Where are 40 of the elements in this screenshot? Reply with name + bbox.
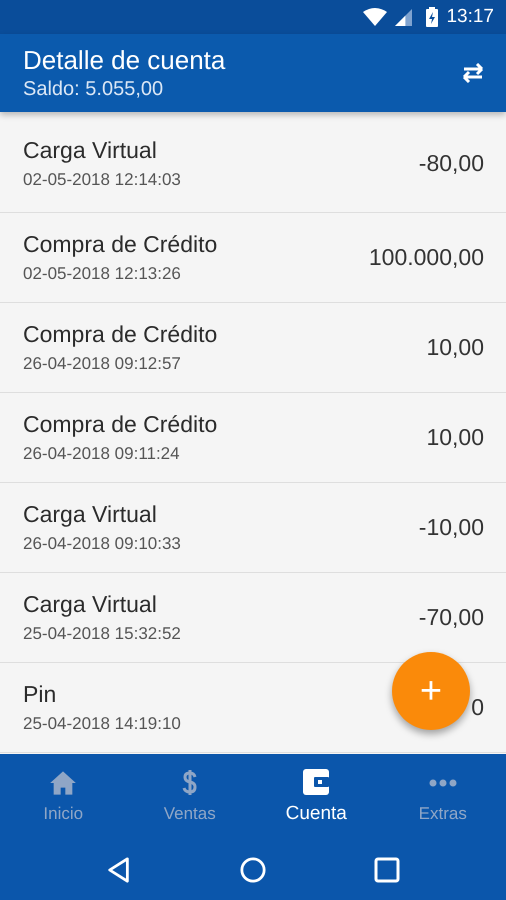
transaction-date: 02-05-2018 12:13:26 [23,264,182,284]
status-time: 13:17 [446,6,494,28]
transaction-date: 26-04-2018 09:11:24 [23,444,181,464]
back-icon[interactable] [106,857,132,883]
transaction-name: Carga Virtual [23,137,158,164]
more-icon [428,779,457,787]
battery-icon [426,7,438,27]
wallet-icon [302,769,330,795]
transaction-date: 02-05-2018 12:14:03 [23,170,181,190]
transaction-date: 26-04-2018 09:10:33 [23,534,181,554]
transaction-amount: 10,00 [426,424,484,451]
transaction-date: 25-04-2018 14:19:10 [23,714,181,734]
signal-icon [395,8,412,26]
screen-title: Detalle de cuenta [23,45,226,76]
transaction-name: Compra de Crédito [23,321,218,348]
transaction-row[interactable]: Compra de Crédito 26-04-2018 09:11:24 10,00 [0,393,506,483]
transaction-row[interactable]: Compra de Crédito 02-05-2018 12:13:26 100.000,00 [0,213,506,303]
transaction-name: Carga Virtual [23,501,158,528]
home-circle-icon[interactable] [240,857,266,883]
transaction-amount: 0 [471,694,484,721]
wifi-icon [363,8,388,26]
recents-icon[interactable] [374,857,400,883]
transaction-row[interactable]: Carga Virtual 26-04-2018 09:10:33 -10,00 [0,483,506,573]
transaction-amount: -80,00 [418,150,484,177]
transaction-amount: 100.000,00 [368,244,484,271]
transaction-amount: -10,00 [418,514,484,541]
transaction-date: 25-04-2018 15:32:52 [23,624,181,644]
balance-text: Saldo: 5.055,00 [23,78,164,101]
nav-tab[interactable]: Cuenta [253,754,380,840]
transaction-amount: 10,00 [426,334,484,361]
swap-icon[interactable] [460,63,486,83]
transaction-amount: -70,00 [418,604,484,631]
transaction-date: 26-04-2018 09:12:57 [23,354,182,374]
transaction-name: Compra de Crédito [23,231,218,258]
transaction-name: Compra de Crédito [23,411,218,438]
transaction-row[interactable]: Compra de Crédito 26-04-2018 09:12:57 10,00 [0,303,506,393]
transaction-row[interactable]: Carga Virtual 02-05-2018 12:14:03 -80,00 [0,115,506,213]
transaction-name: Carga Virtual [23,591,158,618]
transaction-name: Pin [23,681,58,708]
home-icon [49,770,78,796]
